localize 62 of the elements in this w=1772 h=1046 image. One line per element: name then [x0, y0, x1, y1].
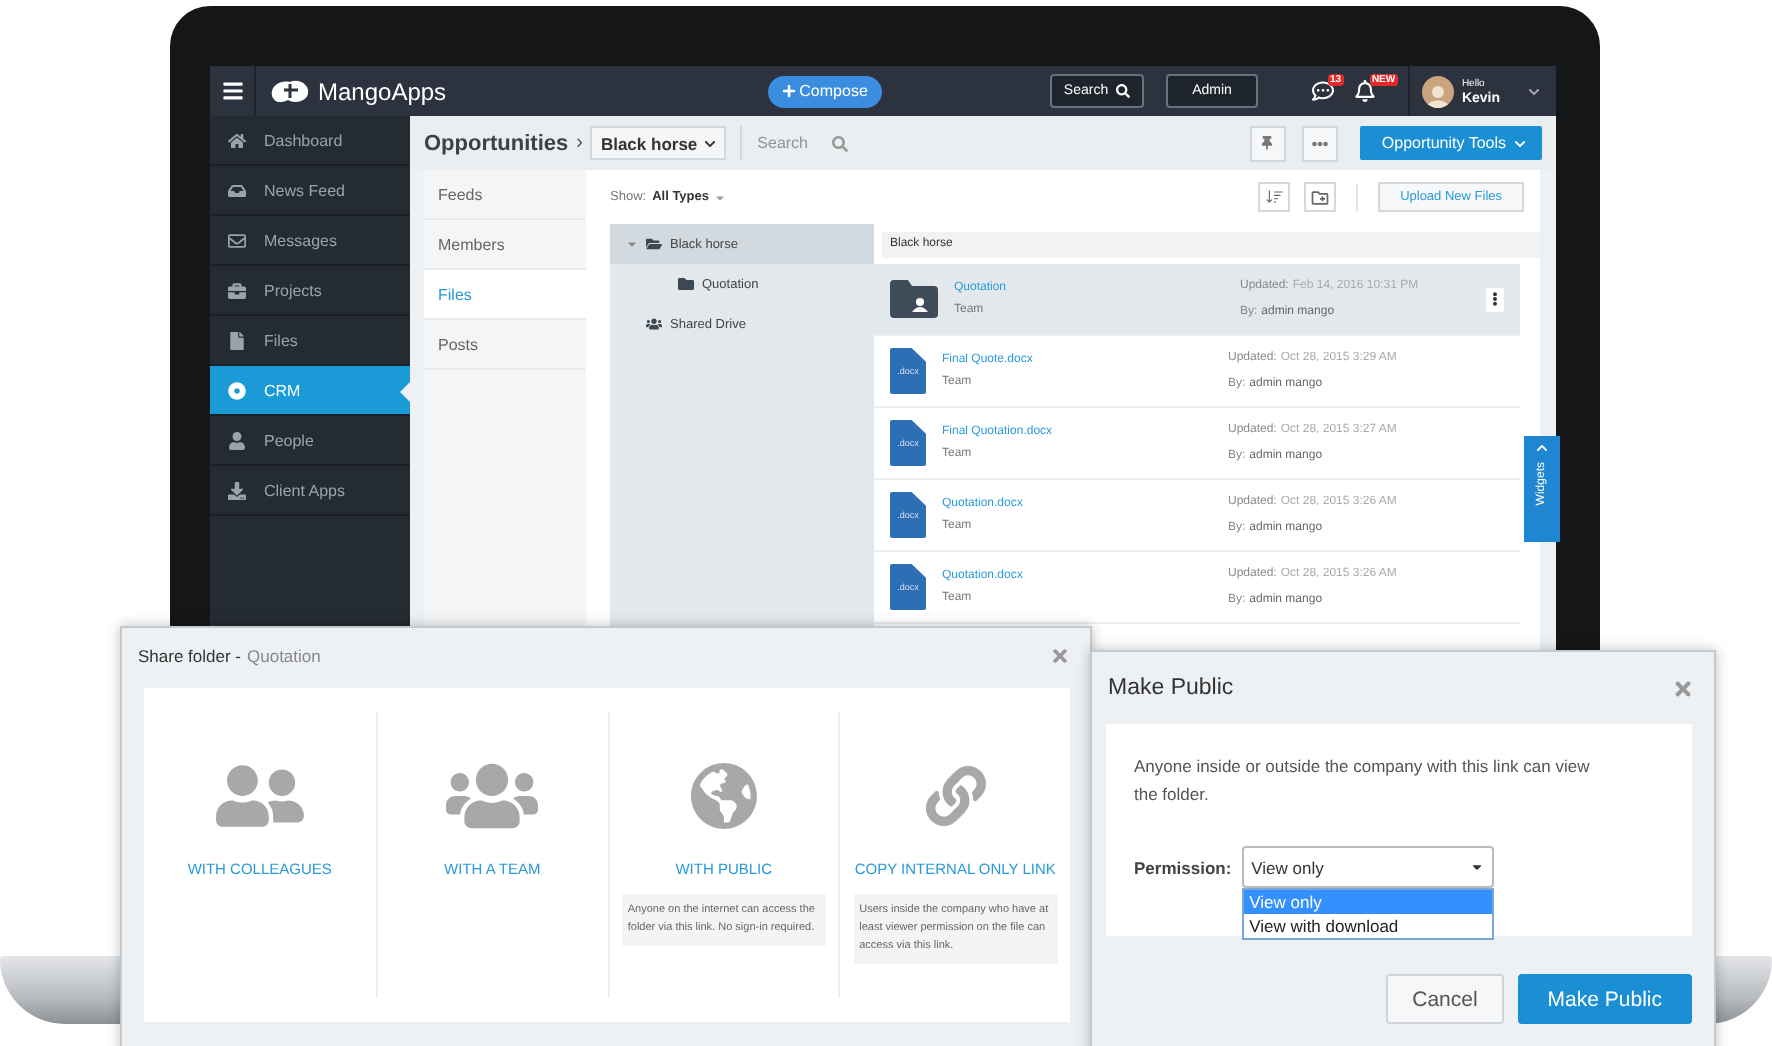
house-icon [228, 131, 246, 149]
make-public-button[interactable]: Make Public [1517, 974, 1692, 1024]
chevron-up-icon [1536, 442, 1548, 454]
inbox-icon [228, 181, 246, 199]
globe-icon [689, 762, 758, 830]
close-icon [1050, 645, 1070, 665]
search-field[interactable]: Search [757, 134, 822, 152]
project-dropdown[interactable]: Black horse [590, 126, 726, 160]
sidebar-item[interactable]: People [210, 416, 410, 466]
chevron-down-icon [703, 137, 716, 149]
search-icon [831, 135, 848, 151]
dialog-message: Anyone inside or outside the company with this link can view the folder. [1134, 754, 1592, 808]
dropdown-option[interactable]: View only [1243, 890, 1492, 914]
dialog-title: Share folder - Quotation [138, 645, 321, 665]
close-icon [1672, 677, 1694, 699]
caret-icon [713, 191, 725, 203]
caret-icon [626, 238, 638, 250]
plus-icon [781, 84, 796, 98]
breadcrumb-separator: › [576, 132, 583, 154]
sidebar-item[interactable]: News Feed [210, 166, 410, 216]
group-icon [646, 316, 662, 332]
briefcase-icon [228, 281, 246, 299]
pin-icon [1260, 136, 1275, 150]
opportunity-tools-button[interactable]: Opportunity Tools [1359, 126, 1542, 160]
caret-icon [1469, 860, 1484, 874]
sidebar-item[interactable]: Projects [210, 266, 410, 316]
permission-select[interactable]: View only [1241, 846, 1494, 888]
search-icon [1116, 84, 1131, 98]
sort-button[interactable] [1258, 182, 1291, 212]
document-icon [228, 331, 246, 349]
cancel-button[interactable]: Cancel [1386, 974, 1504, 1024]
menu-icon [221, 80, 243, 102]
chevron-down-icon [1514, 137, 1526, 149]
chevron-down-icon[interactable] [1528, 85, 1540, 97]
folder-icon [678, 276, 694, 292]
sidebar-item[interactable]: Client Apps [210, 466, 410, 516]
permission-label: Permission: [1134, 858, 1232, 878]
sort-icon [1265, 188, 1284, 206]
compose-button[interactable]: Compose [767, 75, 882, 107]
section-title: Opportunities [424, 131, 569, 155]
link-icon [925, 766, 986, 826]
folder-icon [890, 280, 938, 318]
vertical-ellipsis-icon [1488, 292, 1502, 306]
more-button[interactable] [1486, 287, 1504, 311]
download-icon [228, 481, 246, 499]
person-icon [228, 431, 246, 449]
pin-button[interactable] [1249, 125, 1286, 161]
new-folder-button[interactable] [1304, 182, 1337, 212]
sidebar-item[interactable]: Messages [210, 216, 410, 266]
chat-icon[interactable] [1311, 80, 1334, 102]
bell-icon[interactable] [1353, 80, 1376, 102]
envelope-icon [228, 231, 246, 249]
logo-icon [268, 77, 312, 105]
brand-name: MangoApps [318, 77, 447, 105]
folder-plus-icon [1310, 187, 1331, 207]
dropdown-option[interactable]: View with download [1243, 914, 1492, 938]
avatar-icon[interactable] [1421, 75, 1454, 107]
sidebar-item[interactable]: CRM [210, 366, 410, 416]
target-icon [228, 381, 246, 399]
folder-icon [646, 236, 662, 252]
dialog-title: Make Public [1108, 676, 1234, 700]
subnav-tab[interactable]: Files [424, 270, 586, 320]
